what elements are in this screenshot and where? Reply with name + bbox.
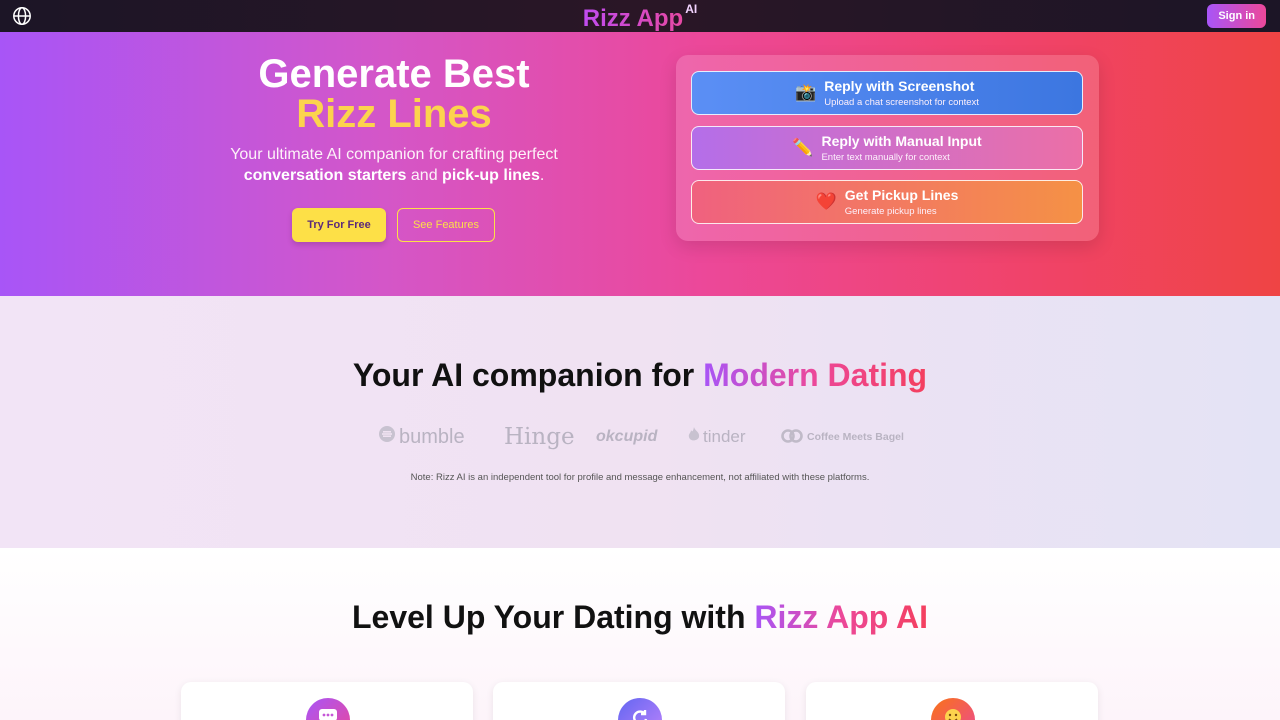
flame-icon (688, 427, 700, 447)
globe-icon[interactable] (12, 6, 32, 26)
pencil-icon: ✏️ (792, 138, 814, 157)
action-title: Reply with Manual Input (821, 132, 982, 149)
navbar: Rizz App AI Sign in (0, 0, 1280, 32)
smile-icon (931, 698, 975, 720)
cmb-wordmark: Coffee Meets Bagel (807, 431, 904, 443)
hero-subtitle: Your ultimate AI companion for crafting … (0, 144, 788, 186)
hero-subtitle-end: . (539, 167, 545, 184)
hero-subtitle-start: Your ultimate AI companion for crafting … (230, 146, 558, 163)
action-desc: Generate pickup lines (844, 205, 937, 217)
tinder-wordmark: tinder (703, 427, 746, 446)
hero-text-block: Generate Best Rizz Lines Your ultimate A… (0, 32, 788, 296)
brand-name: Rizz App (582, 5, 684, 32)
action-desc: Enter text manually for context (821, 151, 950, 163)
hero-section: Generate Best Rizz Lines Your ultimate A… (0, 32, 1280, 296)
levelup-heading: Level Up Your Dating with Rizz App AI (0, 598, 1280, 636)
levelup-heading-plain: Level Up Your Dating with (351, 599, 746, 635)
reply-manual-input-button[interactable]: ✏️ Reply with Manual Input Enter text ma… (691, 126, 1083, 170)
disclaimer-note: Note: Rizz AI is an independent tool for… (410, 472, 870, 483)
hero-subtitle-bold1: conversation starters (243, 167, 407, 184)
brand-sup: AI (685, 2, 698, 16)
hinge-logo[interactable]: Hinge (504, 424, 575, 450)
tinder-logo[interactable]: tinder (688, 424, 746, 450)
companion-heading: Your AI companion for Modern Dating (0, 356, 1280, 394)
hero-title-accent: Rizz Lines (296, 92, 492, 136)
action-panel: 📸 Reply with Screenshot Upload a chat sc… (676, 55, 1099, 241)
reply-screenshot-button[interactable]: 📸 Reply with Screenshot Upload a chat sc… (691, 71, 1083, 115)
try-for-free-button[interactable]: Try For Free (292, 208, 386, 242)
hero-title: Generate Best (258, 52, 530, 96)
companion-section: Your AI companion for Modern Dating bumb… (0, 296, 1280, 548)
heart-icon: ❤️ (815, 192, 837, 211)
see-features-button[interactable]: See Features (397, 208, 495, 242)
action-text: Get Pickup Lines Generate pickup lines (845, 187, 959, 218)
hero-subtitle-and: and (410, 167, 438, 184)
bagel-icon (780, 428, 804, 447)
feature-card (806, 682, 1098, 720)
get-pickup-lines-button[interactable]: ❤️ Get Pickup Lines Generate pickup line… (691, 180, 1083, 224)
hinge-wordmark: Hinge (504, 424, 575, 450)
feature-card (181, 682, 473, 720)
dating-app-logos: bumble Hinge okcupid tinder Coffee Meets… (378, 424, 908, 450)
okcupid-logo[interactable]: okcupid (596, 424, 657, 450)
levelup-heading-accent: Rizz App AI (754, 599, 928, 635)
brand-logo[interactable]: Rizz App AI (583, 0, 697, 35)
action-title: Get Pickup Lines (844, 186, 959, 203)
levelup-section: Level Up Your Dating with Rizz App AI (0, 548, 1280, 720)
hero-subtitle-bold2: pick-up lines (442, 167, 540, 184)
action-text: Reply with Screenshot Upload a chat scre… (824, 78, 979, 109)
bumble-icon (378, 425, 396, 449)
chat-bubble-icon (306, 698, 350, 720)
sign-in-button[interactable]: Sign in (1207, 4, 1266, 28)
companion-heading-plain: Your AI companion for (352, 357, 695, 393)
okcupid-wordmark: okcupid (596, 428, 658, 445)
action-title: Reply with Screenshot (824, 77, 975, 94)
companion-heading-accent: Modern Dating (703, 357, 928, 393)
feature-card (493, 682, 785, 720)
refresh-icon (618, 698, 662, 720)
bumble-logo[interactable]: bumble (378, 424, 465, 450)
coffee-meets-bagel-logo[interactable]: Coffee Meets Bagel (780, 424, 904, 450)
action-desc: Upload a chat screenshot for context (824, 96, 979, 108)
action-text: Reply with Manual Input Enter text manua… (821, 133, 981, 164)
bumble-wordmark: bumble (399, 425, 465, 448)
camera-icon: 📸 (795, 83, 817, 102)
